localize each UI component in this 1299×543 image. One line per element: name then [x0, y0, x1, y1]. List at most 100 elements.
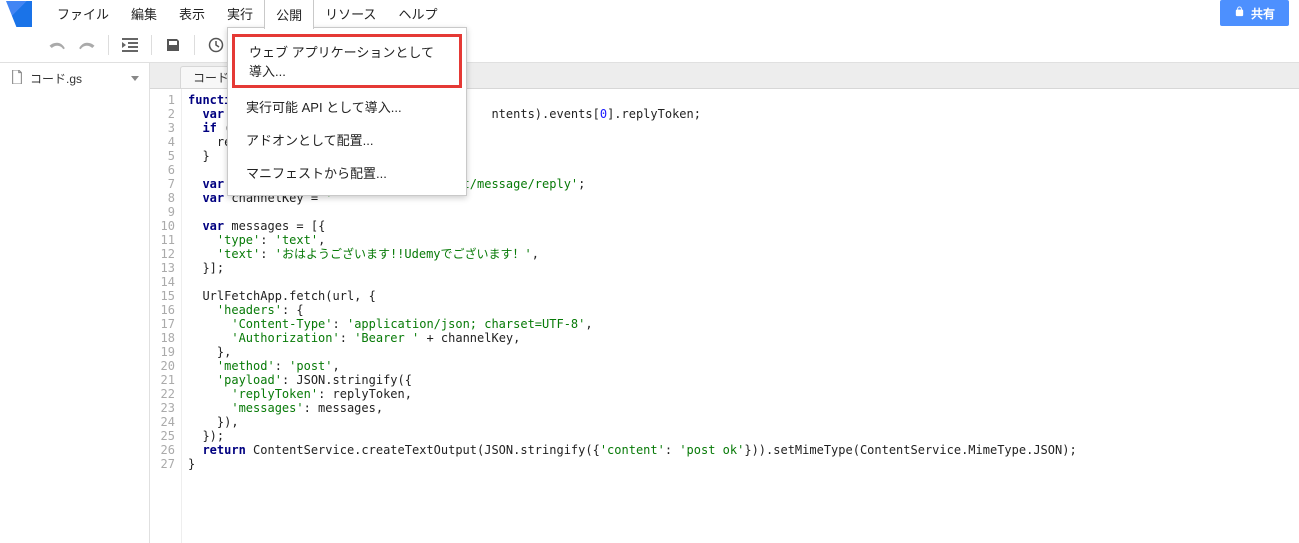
gutter-line: 5	[150, 149, 181, 163]
undo-button[interactable]	[42, 31, 72, 59]
code-token: 'application/json; charset=UTF-8'	[347, 317, 585, 331]
gutter-line: 2	[150, 107, 181, 121]
code-token: 0	[600, 107, 607, 121]
deploy-as-api[interactable]: 実行可能 API として導入...	[228, 90, 466, 123]
gutter-line: 18	[150, 331, 181, 345]
code-token: : JSON.stringify({	[282, 373, 412, 387]
gutter-line: 15	[150, 289, 181, 303]
gutter-line: 20	[150, 359, 181, 373]
gutter-line: 11	[150, 233, 181, 247]
code-token: var	[202, 219, 224, 233]
gutter-line: 27	[150, 457, 181, 471]
app-logo	[6, 1, 32, 27]
menu-publish[interactable]: 公開	[264, 0, 314, 29]
code-token: : messages,	[304, 401, 383, 415]
code-token: },	[188, 345, 231, 359]
file-item[interactable]: コード.gs	[0, 63, 149, 94]
redo-button[interactable]	[72, 31, 102, 59]
code-token: })).setMimeType(ContentService.MimeType.…	[744, 443, 1076, 457]
code-token: 'Authorization'	[231, 331, 339, 345]
deploy-as-web-app[interactable]: ウェブ アプリケーションとして導入...	[232, 34, 462, 88]
gutter-line: 4	[150, 135, 181, 149]
share-button[interactable]: 共有	[1220, 0, 1289, 26]
code-token: 'type'	[217, 233, 260, 247]
gutter-line: 23	[150, 401, 181, 415]
toolbar: 関数を選択 を使用	[0, 28, 1299, 62]
code-token: }),	[188, 415, 239, 429]
code-token: 'Content-Type'	[231, 317, 332, 331]
menu-view[interactable]: 表示	[168, 0, 216, 29]
code-token: var	[202, 191, 224, 205]
gutter-line: 12	[150, 247, 181, 261]
gutter-line: 25	[150, 429, 181, 443]
file-name: コード.gs	[30, 70, 82, 87]
gutter-line: 24	[150, 415, 181, 429]
code-token: }	[188, 149, 210, 163]
toolbar-sep	[151, 35, 152, 55]
menu-resource[interactable]: リソース	[314, 0, 387, 29]
deploy-from-manifest[interactable]: マニフェストから配置...	[228, 156, 466, 189]
toolbar-sep	[108, 35, 109, 55]
sidebar: コード.gs	[0, 63, 150, 543]
code-token: var	[202, 177, 224, 191]
code-token: return	[202, 443, 245, 457]
gutter-line: 1	[150, 93, 181, 107]
code-token: 'Bearer '	[354, 331, 419, 345]
code-token: 'text'	[275, 233, 318, 247]
gutter-line: 8	[150, 191, 181, 205]
gutter-line: 26	[150, 443, 181, 457]
gutter-line: 14	[150, 275, 181, 289]
code-token: : {	[282, 303, 304, 317]
code-token: if	[202, 121, 216, 135]
lock-icon	[1234, 5, 1245, 21]
toolbar-sep	[194, 35, 195, 55]
code-token: 'payload'	[217, 373, 282, 387]
code-token: re	[188, 135, 231, 149]
code-token: 'text'	[217, 247, 260, 261]
file-icon	[10, 70, 24, 87]
code-token: 'おはようございます!!Udemyでございます！'	[275, 247, 532, 261]
deploy-as-addon[interactable]: アドオンとして配置...	[228, 123, 466, 156]
gutter-line: 6	[150, 163, 181, 177]
code-token: = [{	[296, 219, 325, 233]
code-token: 'post ok'	[679, 443, 744, 457]
code-token: 'headers'	[217, 303, 282, 317]
gutter-line: 21	[150, 373, 181, 387]
menu-run[interactable]: 実行	[216, 0, 264, 29]
gutter-line: 10	[150, 219, 181, 233]
code-token: ContentService.createTextOutput(JSON.str…	[246, 443, 600, 457]
gutter-line: 19	[150, 345, 181, 359]
code-token: messages	[224, 219, 296, 233]
code-token: ;	[578, 177, 585, 191]
code-token: 'post'	[289, 359, 332, 373]
gutter: 1234567891011121314151617181920212223242…	[150, 89, 182, 543]
menu-help[interactable]: ヘルプ	[387, 0, 448, 29]
menu-file[interactable]: ファイル	[46, 0, 120, 29]
code-token: UrlFetchApp.fetch(url, {	[188, 289, 376, 303]
code-token: });	[188, 429, 224, 443]
code-token: 'method'	[217, 359, 275, 373]
code-token: }];	[188, 261, 224, 275]
menubar-items: ファイル 編集 表示 実行 公開 リソース ヘルプ	[46, 0, 448, 29]
code-token: ].replyToken;	[607, 107, 701, 121]
indent-button[interactable]	[115, 31, 145, 59]
code-token: 'content'	[600, 443, 665, 457]
gutter-line: 17	[150, 317, 181, 331]
save-button[interactable]	[158, 31, 188, 59]
code-token: + channelKey,	[419, 331, 520, 345]
menubar: ファイル 編集 表示 実行 公開 リソース ヘルプ 共有	[0, 0, 1299, 28]
menu-edit[interactable]: 編集	[120, 0, 168, 29]
gutter-line: 3	[150, 121, 181, 135]
code-token: var	[202, 107, 224, 121]
code-token: 'messages'	[231, 401, 303, 415]
share-label: 共有	[1251, 5, 1275, 22]
code-token: }	[188, 457, 195, 471]
gutter-line: 7	[150, 177, 181, 191]
code-token: : replyToken,	[318, 387, 412, 401]
gutter-line: 13	[150, 261, 181, 275]
gutter-line: 9	[150, 205, 181, 219]
code-token: 'replyToken'	[231, 387, 318, 401]
chevron-down-icon	[131, 76, 139, 81]
gutter-line: 16	[150, 303, 181, 317]
publish-dropdown: ウェブ アプリケーションとして導入... 実行可能 API として導入... ア…	[227, 27, 467, 196]
